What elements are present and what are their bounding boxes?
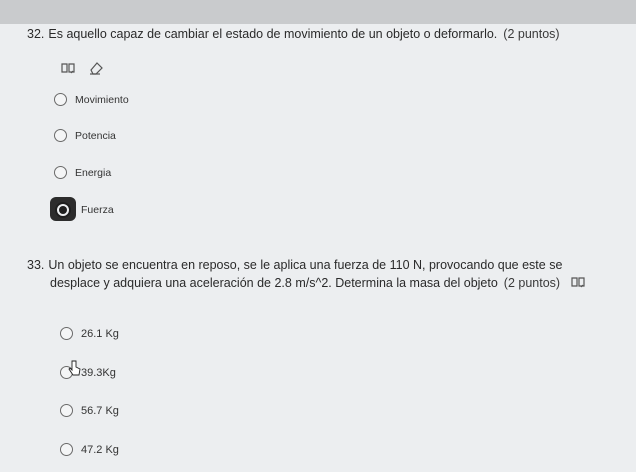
option-label: 56.7 Kg bbox=[81, 404, 119, 417]
option-26-1-kg[interactable]: 26.1 Kg bbox=[60, 327, 119, 340]
top-bar bbox=[0, 0, 636, 24]
question-points: (2 puntos) bbox=[503, 27, 560, 41]
radio-button[interactable] bbox=[60, 327, 73, 340]
radio-button-selected[interactable] bbox=[55, 202, 71, 218]
option-label: Movimiento bbox=[75, 93, 129, 106]
question-33-title: 33. Un objeto se encuentra en reposo, se … bbox=[27, 257, 617, 292]
immersive-reader-icon[interactable] bbox=[60, 60, 76, 76]
radio-button[interactable] bbox=[60, 404, 73, 417]
question-text: Es aquello capaz de cambiar el estado de… bbox=[48, 27, 498, 41]
question-text-line-1: Un objeto se encuentra en reposo, se le … bbox=[48, 258, 563, 272]
hand-cursor-icon bbox=[68, 360, 82, 378]
option-label: Energia bbox=[75, 166, 112, 179]
question-number: 32. bbox=[27, 27, 45, 41]
question-32-title: 32. Es aquello capaz de cambiar el estado… bbox=[27, 26, 560, 43]
question-32-tools bbox=[60, 60, 104, 76]
question-text-line-2: desplace y adquiera una aceleración de 2… bbox=[50, 276, 498, 290]
option-energia[interactable]: Energia bbox=[54, 166, 111, 179]
radio-button[interactable] bbox=[54, 93, 67, 106]
question-number: 33. bbox=[27, 258, 45, 272]
option-label: 47.2 Kg bbox=[81, 443, 119, 456]
option-potencia[interactable]: Potencia bbox=[54, 129, 116, 142]
radio-button[interactable] bbox=[60, 443, 73, 456]
radio-button[interactable] bbox=[54, 166, 67, 179]
immersive-reader-icon[interactable] bbox=[570, 274, 586, 290]
eraser-icon[interactable] bbox=[88, 60, 104, 76]
option-label: Potencia bbox=[75, 129, 116, 142]
question-points: (2 puntos) bbox=[503, 276, 561, 290]
option-label: 39.3Kg bbox=[81, 366, 116, 379]
option-movimiento[interactable]: Movimiento bbox=[54, 93, 129, 106]
option-47-2-kg[interactable]: 47.2 Kg bbox=[60, 443, 119, 456]
option-label: 26.1 Kg bbox=[81, 327, 119, 340]
radio-button[interactable] bbox=[54, 129, 67, 142]
option-fuerza[interactable]: Fuerza bbox=[55, 202, 114, 218]
option-56-7-kg[interactable]: 56.7 Kg bbox=[60, 404, 119, 417]
option-label: Fuerza bbox=[81, 204, 114, 216]
